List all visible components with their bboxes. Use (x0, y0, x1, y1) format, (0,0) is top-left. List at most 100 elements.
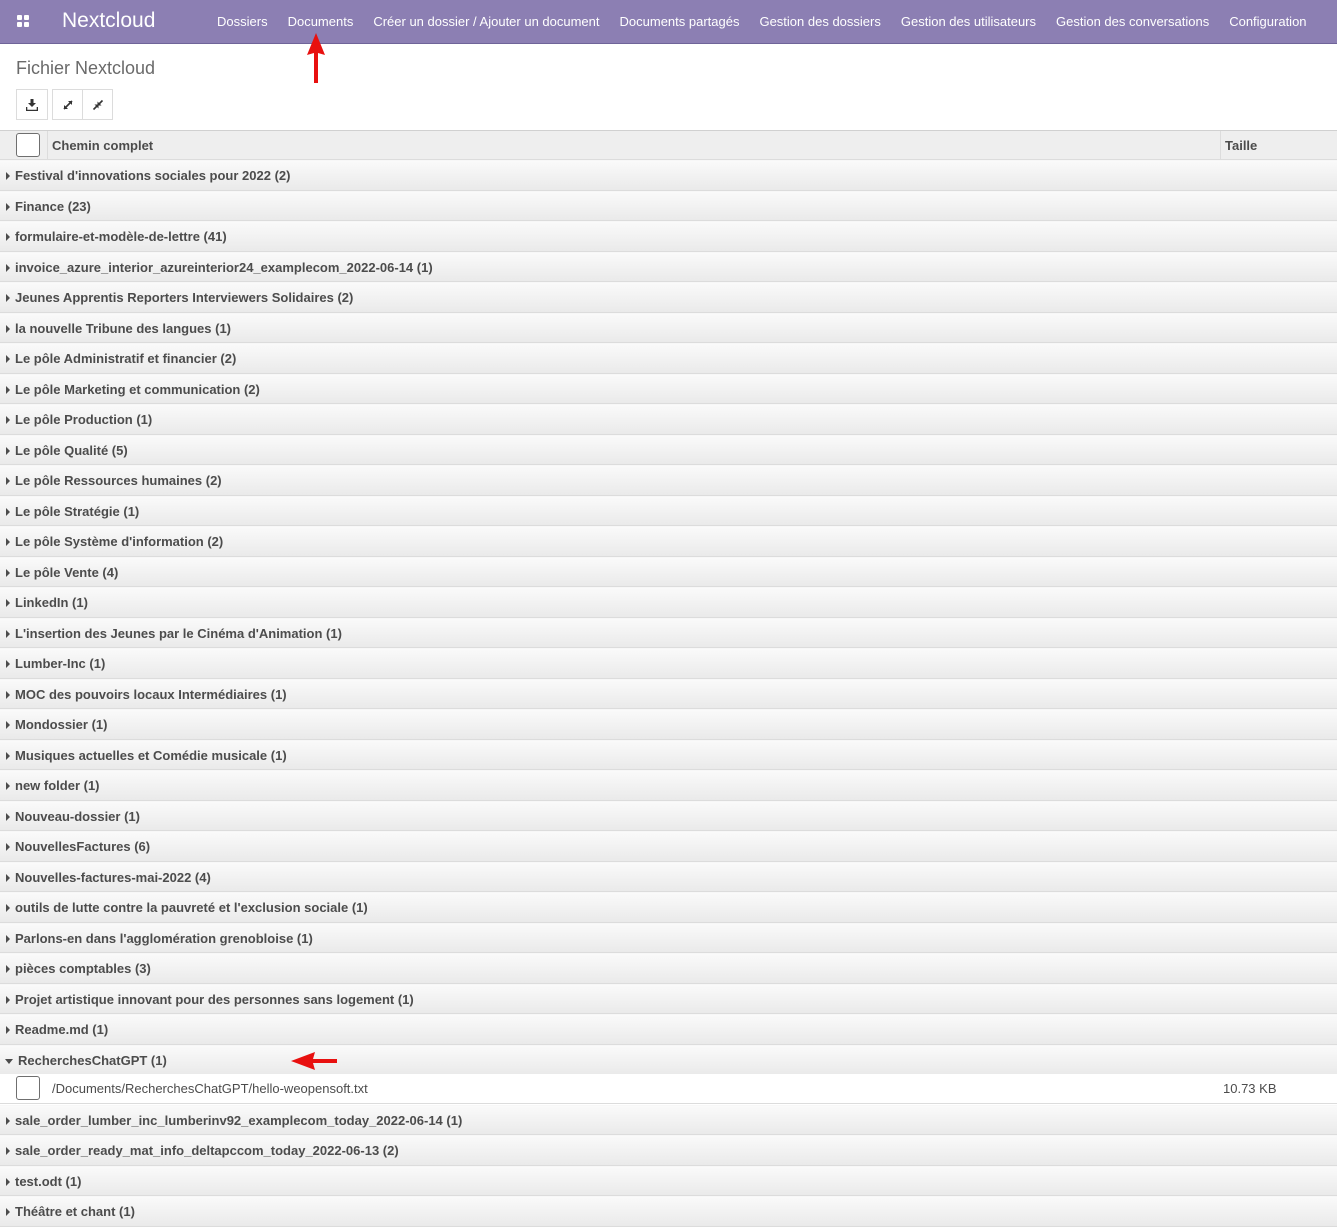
group-row-pi-ces-comptables-3[interactable]: pièces comptables (3) (0, 953, 1337, 984)
group-label: Le pôle Vente (4) (15, 564, 119, 580)
group-row-le-p-le-strat-gie-1[interactable]: Le pôle Stratégie (1) (0, 495, 1337, 526)
select-all-checkbox[interactable] (16, 133, 40, 157)
group-row-le-p-le-vente-4[interactable]: Le pôle Vente (4) (0, 556, 1337, 587)
group-row-parlons-en-dans-l-agglom-ration-grenobloise-1[interactable]: Parlons-en dans l'agglomération grenoblo… (0, 922, 1337, 953)
group-row-linkedin-1[interactable]: LinkedIn (1) (0, 587, 1337, 618)
download-button[interactable] (16, 89, 48, 120)
caret-right-icon (6, 934, 10, 943)
select-all-cell (0, 131, 48, 160)
group-label: Nouveau-dossier (1) (15, 808, 140, 824)
menu-item-gestion-dossiers[interactable]: Gestion des dossiers (749, 0, 890, 43)
group-row-jeunes-apprentis-reporters-interviewers-solidaires-2[interactable]: Jeunes Apprentis Reporters Interviewers … (0, 282, 1337, 313)
caret-right-icon (6, 416, 10, 424)
caret-right-icon (6, 1208, 10, 1216)
group-label: Nouvelles-factures-mai-2022 (4) (15, 869, 211, 885)
group-row-l-insertion-des-jeunes-par-le-cin-ma-d-animation-1[interactable]: L'insertion des Jeunes par le Cinéma d'A… (0, 617, 1337, 648)
menu-item-configuration[interactable]: Configuration (1219, 0, 1316, 43)
group-row-nouvelles-factures-mai-2022-4[interactable]: Nouvelles-factures-mai-2022 (4) (0, 861, 1337, 892)
menu-item-gestion-utilisateurs[interactable]: Gestion des utilisateurs (891, 0, 1046, 43)
group-row-la-nouvelle-tribune-des-langues-1[interactable]: la nouvelle Tribune des langues (1) (0, 312, 1337, 343)
column-header-size[interactable]: Taille (1220, 131, 1337, 160)
row-path: /Documents/RecherchesChatGPT/hello-weope… (52, 1081, 368, 1096)
group-row-le-p-le-ressources-humaines-2[interactable]: Le pôle Ressources humaines (2) (0, 465, 1337, 496)
group-label: sale_order_ready_mat_info_deltapccom_tod… (15, 1143, 399, 1158)
group-label: Le pôle Ressources humaines (2) (15, 473, 222, 488)
group-label: outils de lutte contre la pauvreté et l'… (15, 900, 368, 915)
group-label: new folder (1) (15, 778, 100, 793)
group-row-lumber-inc-1[interactable]: Lumber-Inc (1) (0, 648, 1337, 679)
group-label: Le pôle Stratégie (1) (15, 503, 140, 519)
group-row-new-folder-1[interactable]: new folder (1) (0, 770, 1337, 801)
group-label: test.odt (1) (15, 1173, 82, 1189)
group-label: Le pôle Production (1) (15, 412, 153, 427)
group-row-rechercheschatgpt-1[interactable]: RecherchesChatGPT (1) (0, 1044, 1337, 1075)
group-row-festival-d-innovations-sociales-pour-2022-2[interactable]: Festival d'innovations sociales pour 202… (0, 160, 1337, 191)
group-row-sale-order-ready-mat-info-deltapccom-today-2022-06-13-2[interactable]: sale_order_ready_mat_info_deltapccom_tod… (0, 1135, 1337, 1166)
group-row-finance-23[interactable]: Finance (23) (0, 190, 1337, 221)
group-label: Readme.md (1) (15, 1022, 109, 1037)
group-row-th-tre-et-chant-1[interactable]: Théâtre et chant (1) (0, 1196, 1337, 1227)
menu-item-dossiers[interactable]: Dossiers (207, 0, 278, 43)
group-label: Théâtre et chant (1) (15, 1204, 135, 1219)
group-label: Mondossier (1) (15, 717, 108, 732)
group-row-nouvellesfactures-6[interactable]: NouvellesFactures (6) (0, 831, 1337, 862)
caret-right-icon (6, 995, 10, 1004)
caret-right-icon (6, 843, 10, 851)
group-label: Le pôle Administratif et financier (2) (15, 351, 237, 366)
group-row-musiques-actuelles-et-com-die-musicale-1[interactable]: Musiques actuelles et Comédie musicale (… (0, 739, 1337, 770)
group-row-test-odt-1[interactable]: test.odt (1) (0, 1165, 1337, 1196)
expand-button[interactable] (52, 89, 83, 120)
column-header-path[interactable]: Chemin complet (52, 131, 153, 160)
expand-icon (62, 99, 73, 110)
group-label: LinkedIn (1) (15, 595, 88, 610)
caret-down-icon (5, 1058, 13, 1064)
list-header: Chemin complet Taille (0, 130, 1337, 160)
group-row-nouveau-dossier-1[interactable]: Nouveau-dossier (1) (0, 800, 1337, 831)
caret-right-icon (6, 873, 10, 882)
caret-right-icon (6, 172, 10, 180)
group-label: Finance (23) (15, 198, 91, 214)
caret-right-icon (6, 1026, 10, 1034)
menu-item-gestion-conversations[interactable]: Gestion des conversations (1046, 0, 1219, 43)
group-row-le-p-le-syst-me-d-information-2[interactable]: Le pôle Système d'information (2) (0, 526, 1337, 557)
group-row-le-p-le-administratif-et-financier-2[interactable]: Le pôle Administratif et financier (2) (0, 343, 1337, 374)
group-label: Festival d'innovations sociales pour 202… (15, 168, 291, 183)
group-label: pièces comptables (3) (15, 961, 151, 976)
row-checkbox[interactable] (16, 1076, 40, 1100)
group-label: Projet artistique innovant pour des pers… (15, 991, 414, 1007)
caret-right-icon (6, 690, 10, 699)
group-row-formulaire-et-mod-le-de-lettre-41[interactable]: formulaire-et-modèle-de-lettre (41) (0, 221, 1337, 252)
group-row-le-p-le-production-1[interactable]: Le pôle Production (1) (0, 404, 1337, 435)
caret-right-icon (6, 660, 10, 668)
caret-right-icon (6, 1116, 10, 1125)
table-row[interactable]: /Documents/RecherchesChatGPT/hello-weope… (0, 1074, 1337, 1104)
menu-item-documents-partages[interactable]: Documents partagés (610, 0, 750, 43)
group-row-le-p-le-qualit-5[interactable]: Le pôle Qualité (5) (0, 434, 1337, 465)
collapse-button[interactable] (82, 89, 113, 120)
group-label: Le pôle Marketing et communication (2) (15, 381, 260, 397)
group-label: Lumber-Inc (1) (15, 656, 106, 671)
main-menu: Dossiers Documents Créer un dossier / Aj… (207, 0, 1317, 43)
group-row-projet-artistique-innovant-pour-des-personnes-sans-logement-1[interactable]: Projet artistique innovant pour des pers… (0, 983, 1337, 1014)
apps-menu-icon[interactable] (17, 15, 29, 27)
app-brand[interactable]: Nextcloud (62, 8, 155, 34)
caret-right-icon (6, 751, 10, 760)
collapse-icon (92, 99, 103, 110)
group-label: invoice_azure_interior_azureinterior24_e… (15, 259, 433, 275)
caret-right-icon (6, 446, 10, 455)
group-label: Parlons-en dans l'agglomération grenoblo… (15, 930, 313, 946)
group-label: RecherchesChatGPT (1) (18, 1052, 167, 1068)
group-row-invoice-azure-interior-azureinterior24-examplecom-2022-06-14-1[interactable]: invoice_azure_interior_azureinterior24_e… (0, 251, 1337, 282)
caret-right-icon (6, 1177, 10, 1186)
group-label: formulaire-et-modèle-de-lettre (41) (15, 229, 227, 244)
group-row-sale-order-lumber-inc-lumberinv92-examplecom-today-2022-06-14-1[interactable]: sale_order_lumber_inc_lumberinv92_exampl… (0, 1104, 1337, 1135)
group-row-outils-de-lutte-contre-la-pauvret-et-l-exclusion-sociale-1[interactable]: outils de lutte contre la pauvreté et l'… (0, 892, 1337, 923)
group-row-le-p-le-marketing-et-communication-2[interactable]: Le pôle Marketing et communication (2) (0, 373, 1337, 404)
menu-item-creer-dossier[interactable]: Créer un dossier / Ajouter un document (363, 0, 609, 43)
group-row-moc-des-pouvoirs-locaux-interm-diaires-1[interactable]: MOC des pouvoirs locaux Intermédiaires (… (0, 678, 1337, 709)
group-row-readme-md-1[interactable]: Readme.md (1) (0, 1014, 1337, 1045)
group-row-mondossier-1[interactable]: Mondossier (1) (0, 709, 1337, 740)
caret-right-icon (6, 568, 10, 577)
caret-right-icon (6, 477, 10, 485)
group-label: Musiques actuelles et Comédie musicale (… (15, 747, 287, 763)
